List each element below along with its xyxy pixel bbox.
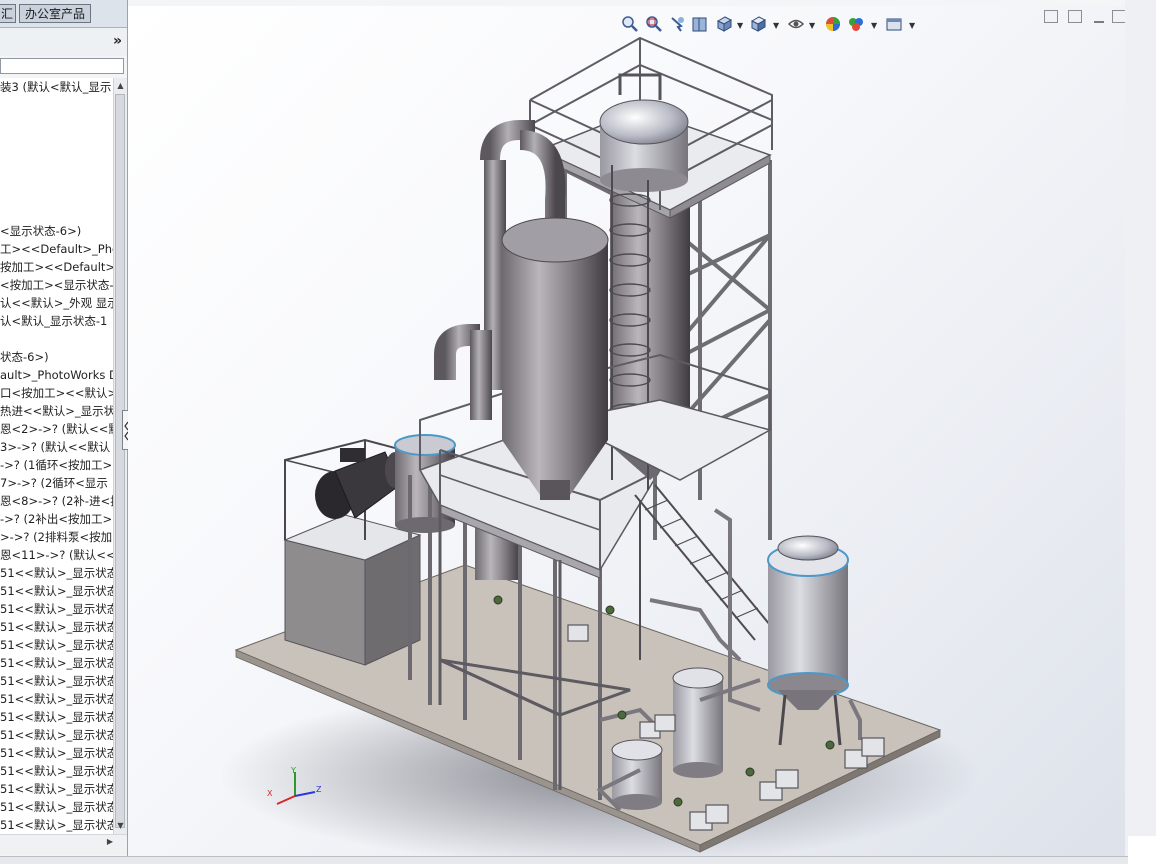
viewport-split-icon[interactable] [1044,10,1058,23]
status-bar [0,856,1128,864]
display-style-caret-icon[interactable]: ▼ [773,21,779,30]
tree-item[interactable]: 51<<默认>_显示状态 [0,654,113,672]
apply-scene-caret-icon[interactable]: ▼ [871,21,877,30]
tree-vertical-scrollbar[interactable]: ▲ ▼ [113,78,127,834]
tree-filter-input[interactable] [0,58,124,74]
tree-item[interactable] [0,114,113,132]
graphics-viewport[interactable]: ▼ ▼ ▼ ▼ ▼ Y X Z [128,6,1125,856]
tree-item[interactable] [0,186,113,204]
tab-office-products[interactable]: 办公室产品 [19,4,91,23]
triad-y-label: Y [290,766,296,775]
scroll-up-arrow-icon[interactable]: ▲ [114,78,127,94]
tree-item[interactable]: 51<<默认>_显示状态 [0,762,113,780]
cad-application-window: 汇 办公室产品 » 装3 (默认<默认_显示 <显示状态-6>) 工><<Defau… [0,0,1156,864]
minimize-icon[interactable] [1092,10,1106,23]
edit-appearance-icon[interactable] [824,14,842,34]
tree-item[interactable]: 状态-6>) [0,348,113,366]
restore-icon[interactable] [1112,10,1126,23]
motor [315,448,405,519]
tree-item[interactable]: 恩<2>->? (默认<<默 [0,420,113,438]
viewport-tile-icon[interactable] [1068,10,1082,23]
tree-item[interactable]: ->? (1循环<按加工> [0,456,113,474]
tree-item[interactable]: 51<<默认>_显示状态 [0,798,113,816]
tab-previous[interactable]: 汇 [0,4,16,23]
triad-z-label: Z [316,785,322,794]
tree-item[interactable]: 51<<默认>_显示状态 [0,636,113,654]
tree-item[interactable]: 51<<默认>_显示状态 [0,672,113,690]
plant-3d-model[interactable] [128,6,1125,856]
tab-strip: 汇 办公室产品 [0,0,127,28]
tree-item[interactable]: <按加工><显示状态- [0,276,113,294]
tree-item[interactable]: 51<<默认>_显示状态 [0,708,113,726]
view-orientation-icon[interactable] [715,14,733,34]
triad-x-label: X [267,789,273,798]
apply-scene-icon[interactable] [847,14,865,34]
orientation-triad: Y X Z [267,766,322,805]
tree-item[interactable]: 51<<默认>_显示状态 [0,780,113,798]
tree-item[interactable] [0,150,113,168]
tree-item[interactable]: 恩<8>->? (2补-进<按 [0,492,113,510]
corner-blank [1128,836,1156,864]
tree-item[interactable]: 口<按加工><<默认> [0,384,113,402]
scroll-right-arrow-icon[interactable]: ▶ [107,837,113,846]
right-task-pane-strip [1125,0,1156,864]
tree-item[interactable] [0,204,113,222]
tree-item[interactable]: <显示状态-6>) [0,222,113,240]
tree-item[interactable]: 51<<默认>_显示状态 [0,564,113,582]
tree-item[interactable]: 51<<默认>_显示状态 [0,744,113,762]
view-settings-icon[interactable] [885,14,903,34]
top-dome-tank [599,73,689,192]
zoom-to-area-icon[interactable] [645,14,663,34]
duct-elbow [434,324,492,420]
tree-item[interactable]: 热进<<默认>_显示状 [0,402,113,420]
tree-item[interactable]: 认<默认_显示状态-1 [0,312,113,330]
tree-item[interactable]: 认<<默认>_外观 显示 [0,294,113,312]
zoom-to-fit-icon[interactable] [621,14,639,34]
tree-item[interactable] [0,96,113,114]
tree-item[interactable]: 工><<Default>_Pho [0,240,113,258]
tree-item[interactable]: 51<<默认>_显示状态 [0,618,113,636]
tree-item[interactable]: ault>_PhotoWorks D [0,366,113,384]
tree-item[interactable]: 按加工><<Default> [0,258,113,276]
section-view-icon[interactable] [691,14,709,34]
tree-item[interactable] [0,132,113,150]
small-tank [611,739,663,810]
scroll-thumb[interactable] [115,94,125,828]
feature-manager-panel: 汇 办公室产品 » 装3 (默认<默认_显示 <显示状态-6>) 工><<Defau… [0,0,128,856]
hide-show-caret-icon[interactable]: ▼ [809,21,815,30]
display-style-icon[interactable] [749,14,767,34]
tree-horizontal-scrollbar[interactable]: ▶ [0,834,127,855]
medium-tank [672,667,724,778]
tree-item[interactable]: 恩<11>->? (默认<< [0,546,113,564]
tree-item[interactable]: 7>->? (2循环<显示 [0,474,113,492]
tree-item[interactable] [0,330,113,348]
tree-item[interactable]: 51<<默认>_显示状态 [0,690,113,708]
tree-item[interactable]: 51<<默认>_显示状态 [0,600,113,618]
panel-toolbar: » [0,28,127,56]
view-settings-caret-icon[interactable]: ▼ [909,21,915,30]
tree-item[interactable]: 装3 (默认<默认_显示 [0,78,113,96]
tree-item[interactable]: 51<<默认>_显示状态 [0,816,113,834]
tree-item[interactable]: >->? (2排料泵<按加 [0,528,113,546]
hide-show-items-icon[interactable] [787,14,805,34]
previous-view-icon[interactable] [669,14,687,34]
tree-item[interactable]: 51<<默认>_显示状态 [0,582,113,600]
expand-chevron-icon[interactable]: » [113,34,122,48]
scroll-down-arrow-icon[interactable]: ▼ [114,818,127,834]
tree-item[interactable]: ->? (2补出<按加工> [0,510,113,528]
view-orientation-caret-icon[interactable]: ▼ [737,21,743,30]
feature-tree: 装3 (默认<默认_显示 <显示状态-6>) 工><<Default>_Pho 按加工… [0,78,113,834]
tree-item[interactable] [0,168,113,186]
tree-item[interactable]: 51<<默认>_显示状态 [0,726,113,744]
tree-item[interactable]: 3>->? (默认<<默认 [0,438,113,456]
